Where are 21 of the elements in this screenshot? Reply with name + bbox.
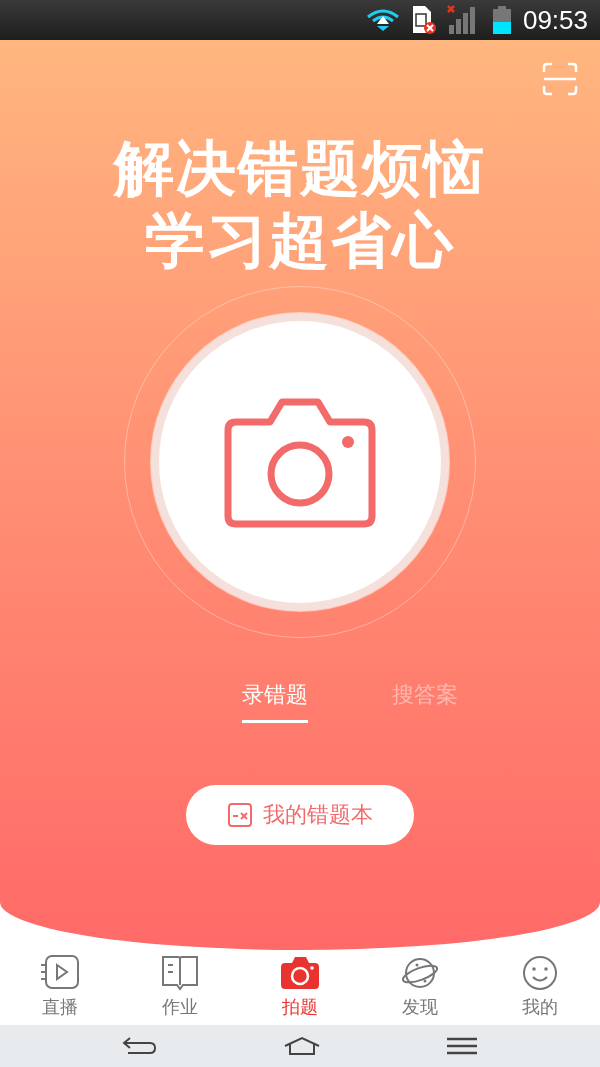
play-icon <box>41 955 79 991</box>
headline-text: 学习超省心 <box>145 204 455 276</box>
smiley-icon <box>521 955 559 991</box>
tab-bar-item[interactable]: 直播 <box>0 955 120 1019</box>
book-icon <box>161 955 199 991</box>
clock: 09:53 <box>522 4 588 36</box>
tab-bar-item[interactable]: 发现 <box>360 955 480 1019</box>
notebook-button[interactable]: 我的错题本 <box>186 785 414 845</box>
camera-icon <box>281 955 319 991</box>
tab-bar-item[interactable]: 我的 <box>480 955 600 1019</box>
back-icon[interactable] <box>122 1036 159 1056</box>
planet-icon <box>401 955 439 991</box>
notebook-icon <box>227 802 253 828</box>
sim-card-error-icon <box>410 5 437 35</box>
home-icon[interactable] <box>283 1036 321 1056</box>
battery-icon <box>490 5 513 35</box>
tab-bar-item[interactable]: 拍题 <box>240 955 360 1019</box>
headline-text: 解决错题烦恼 <box>114 132 486 204</box>
mode-tab[interactable]: 录错题 <box>242 674 308 723</box>
menu-icon[interactable] <box>445 1037 478 1055</box>
tab-bar-item[interactable]: 作业 <box>120 955 240 1019</box>
